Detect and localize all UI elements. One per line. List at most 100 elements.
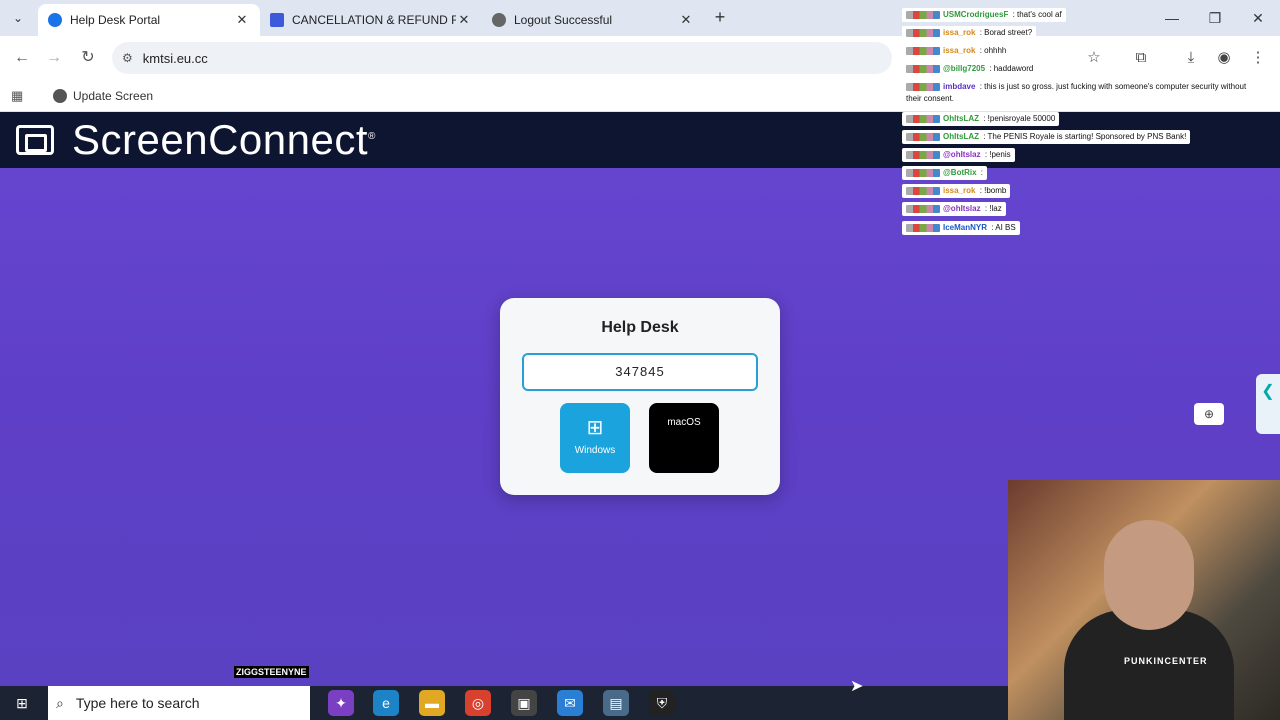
windows-label: Windows	[574, 445, 616, 456]
globe-icon	[53, 88, 67, 103]
brand-name: ScreenConnect®	[72, 116, 376, 163]
close-icon[interactable]: ✕	[456, 12, 472, 28]
windows-icon: ⊞	[586, 417, 604, 439]
chat-message: OhItsLAZ : The PENIS Royale is starting!…	[902, 130, 1191, 144]
chat-text: : Borad street?	[977, 28, 1033, 37]
tab-search-icon[interactable]: ⌄	[8, 8, 28, 28]
new-tab-button[interactable]: +	[708, 6, 732, 30]
help-desk-card: Help Desk 347845 ⊞ Windows macOS	[500, 298, 780, 495]
close-icon[interactable]: ✕	[678, 12, 694, 28]
security-shield-icon[interactable]: ⛨	[649, 690, 675, 716]
card-title: Help Desk	[601, 319, 679, 336]
address-bar[interactable]: ⚙ kmtsi.eu.cc	[112, 42, 892, 74]
chat-username: OhItsLAZ	[943, 114, 979, 123]
chat-text: : that's cool af	[1010, 10, 1062, 19]
chat-badges-icon	[906, 168, 940, 177]
mouse-cursor-icon: ➤	[850, 678, 864, 695]
chat-badges-icon	[906, 132, 940, 141]
chat-username: @ohItslaz	[943, 150, 981, 159]
tab-cancellation-refund[interactable]: CANCELLATION & REFUND FO ✕	[260, 4, 482, 36]
streamer-face	[1104, 520, 1194, 630]
chat-badges-icon	[906, 186, 940, 195]
chat-username: OhItsLAZ	[943, 132, 979, 141]
windows-start-icon[interactable]: ⊞	[12, 694, 32, 712]
chat-badges-icon	[906, 28, 940, 37]
screenconnect-logo-icon	[16, 125, 54, 155]
chat-message: issa_rok : !bomb	[902, 184, 1011, 198]
chat-message: @BotRix :	[902, 166, 988, 180]
chat-message: @ohItslaz : !laz	[902, 202, 1006, 216]
chat-text: : !bomb	[977, 186, 1007, 195]
close-icon[interactable]: ✕	[234, 12, 250, 28]
chat-username: issa_rok	[943, 46, 976, 55]
side-panel-toggle[interactable]: ❮	[1256, 374, 1280, 434]
site-info-icon[interactable]: ⚙	[122, 51, 133, 65]
tab-logout-successful[interactable]: Logout Successful ✕	[482, 4, 704, 36]
forward-button[interactable]: →	[42, 46, 66, 70]
chat-message: imbdave : this is just so gross. just fu…	[902, 80, 1258, 106]
chat-badges-icon	[906, 46, 940, 55]
site-icon	[270, 13, 284, 27]
chat-username: issa_rok	[943, 28, 976, 37]
session-code-field[interactable]: 347845	[522, 353, 758, 391]
reload-button[interactable]: ↻	[76, 46, 100, 70]
webcam-name-tag: PUNKINCENTER	[1124, 656, 1208, 666]
chat-username: IceManNYR	[943, 223, 988, 232]
chat-username: @ohItslaz	[943, 204, 981, 213]
tab-title: Help Desk Portal	[70, 13, 161, 27]
macos-label: macOS	[667, 417, 701, 428]
chat-text: : haddaword	[987, 64, 1034, 73]
chrome-icon[interactable]: ◎	[465, 690, 491, 716]
globe-icon	[492, 13, 506, 27]
chat-username: imbdave	[943, 82, 976, 91]
tab-help-desk-portal[interactable]: Help Desk Portal ✕	[38, 4, 260, 36]
network-app-icon[interactable]: ▤	[603, 690, 629, 716]
chat-message: OhItsLAZ : !penisroyale 50000	[902, 112, 1060, 126]
mail-icon[interactable]: ✉	[557, 690, 583, 716]
chat-message: issa_rok : ohhhh	[902, 44, 1011, 58]
taskbar-search[interactable]: ⌕ Type here to search	[48, 686, 310, 720]
chat-username: @billg7205	[943, 64, 986, 73]
chat-badges-icon	[906, 223, 940, 232]
bookmark-update-screen[interactable]: Update Screen	[53, 88, 154, 103]
chat-badges-icon	[906, 150, 940, 159]
macos-download-button[interactable]: macOS	[649, 403, 719, 473]
chat-username: USMCrodriguesF	[943, 10, 1009, 19]
chat-text: : !penisroyale 50000	[981, 114, 1056, 123]
search-placeholder: Type here to search	[75, 695, 200, 711]
chat-username: @BotRix	[943, 168, 977, 177]
tab-title: Logout Successful	[514, 13, 613, 27]
apps-grid-icon[interactable]: ▦	[11, 88, 27, 104]
chat-text: : ohhhh	[977, 46, 1007, 55]
chat-message: IceManNYR : AI BS	[902, 221, 1020, 235]
tab-title: CANCELLATION & REFUND FO	[292, 13, 456, 27]
chat-text: : !penis	[982, 150, 1011, 159]
edge-icon[interactable]: e	[373, 690, 399, 716]
url-text: kmtsi.eu.cc	[142, 50, 208, 66]
chat-text: : The PENIS Royale is starting! Sponsore…	[981, 132, 1187, 141]
remote-widget-icon[interactable]: ⊕	[1194, 403, 1224, 425]
chat-badges-icon	[906, 204, 940, 213]
chat-message: issa_rok : Borad street?	[902, 26, 1037, 40]
copilot-icon[interactable]: ✦	[328, 690, 354, 716]
chat-badges-icon	[906, 114, 940, 123]
bookmark-label: Update Screen	[73, 88, 154, 103]
windows-download-button[interactable]: ⊞ Windows	[560, 403, 630, 473]
chat-text: : !laz	[982, 204, 1002, 213]
search-icon: ⌕	[56, 694, 64, 711]
chat-username: issa_rok	[943, 186, 976, 195]
globe-icon	[48, 13, 62, 27]
chat-badges-icon	[906, 82, 940, 91]
chat-message: @ohItslaz : !penis	[902, 148, 1015, 162]
chat-message: USMCrodriguesF : that's cool af	[902, 8, 1066, 22]
camera-icon[interactable]: ▣	[511, 690, 537, 716]
chat-message: @billg7205 : haddaword	[902, 62, 1038, 76]
back-button[interactable]: ←	[10, 46, 34, 70]
chat-badges-icon	[906, 10, 940, 19]
webcam-overlay: PUNKINCENTER	[1008, 480, 1280, 720]
streamer-name-tag: ZIGGSTEENYNE	[234, 666, 309, 678]
file-explorer-icon[interactable]: ▬	[419, 690, 445, 716]
stream-chat-overlay: USMCrodriguesF : that's cool af issa_rok …	[900, 0, 1280, 240]
chat-badges-icon	[906, 64, 940, 73]
chat-text: :	[978, 168, 984, 177]
